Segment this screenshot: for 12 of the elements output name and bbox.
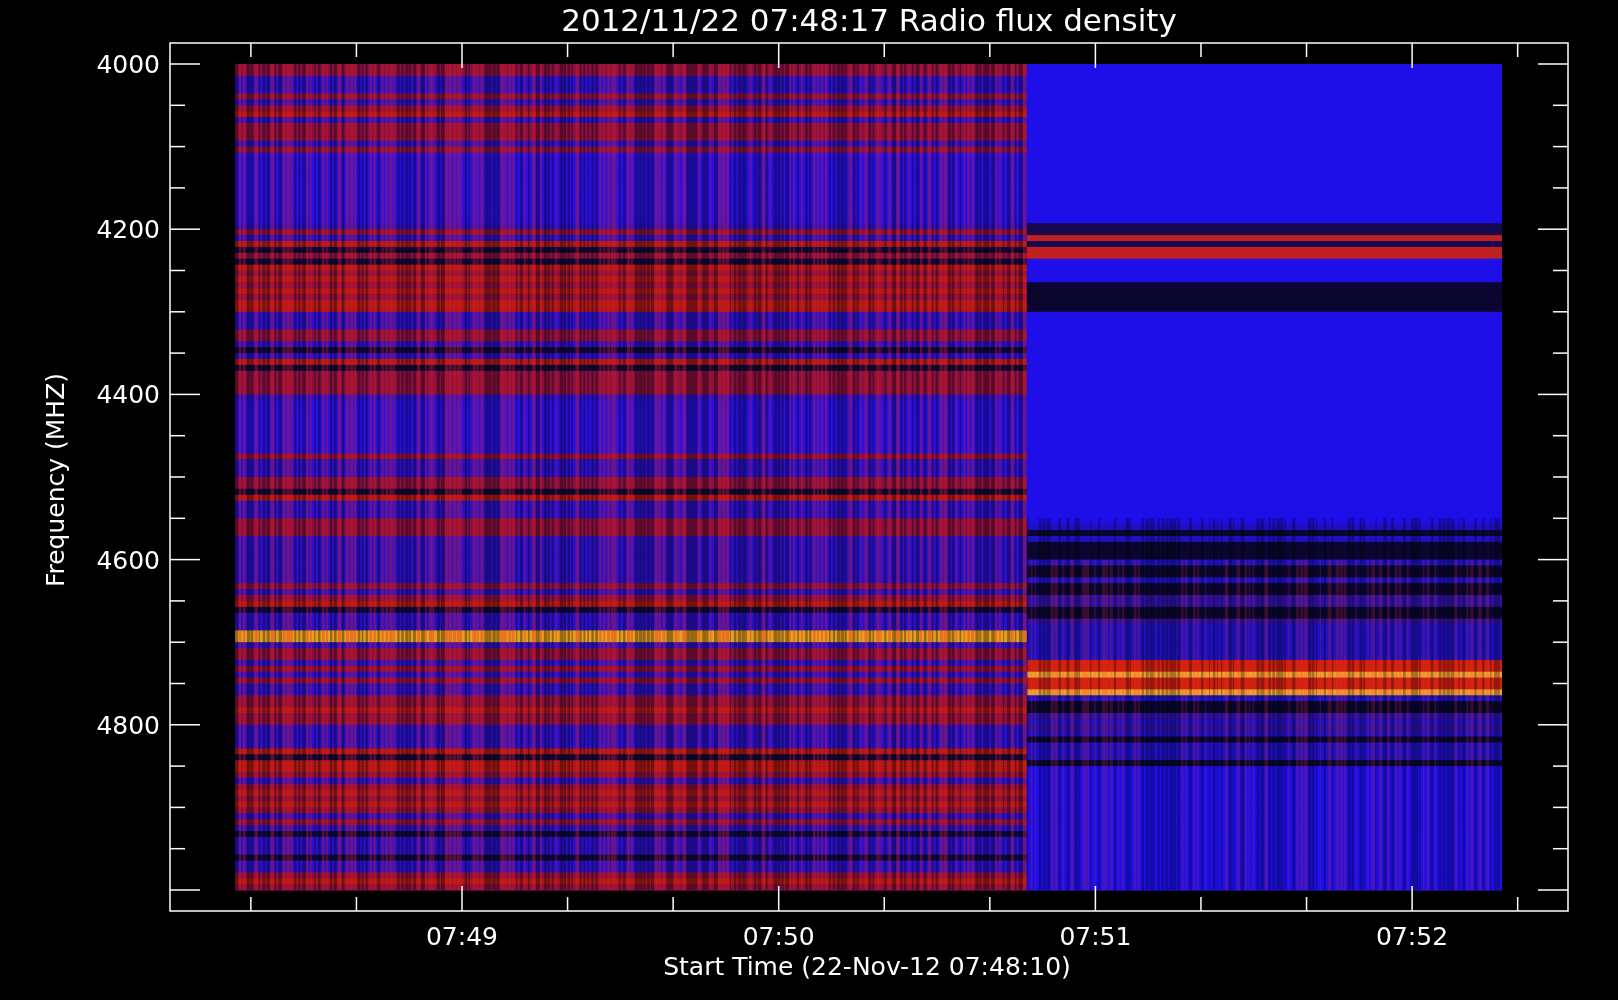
axis-title: Start Time (22-Nov-12 07:48:10) (663, 952, 1071, 981)
axis-tick-label: 4200 (96, 215, 160, 245)
axis-tick-label: 4400 (96, 380, 160, 410)
axis-tick-label: 07:51 (1059, 922, 1132, 951)
axis-tick-label: 4800 (96, 710, 160, 740)
axis-title: Frequency (MHZ) (41, 372, 70, 588)
axis-tick-label: 07:52 (1376, 922, 1449, 951)
chart-title: 2012/11/22 07:48:17 Radio flux density (561, 2, 1177, 38)
axis-tick-label: 4600 (96, 545, 160, 575)
axis-tick-label: 4000 (96, 50, 160, 79)
axis-tick-label: 07:50 (742, 922, 815, 951)
axis-tick-label: 07:49 (426, 922, 498, 951)
